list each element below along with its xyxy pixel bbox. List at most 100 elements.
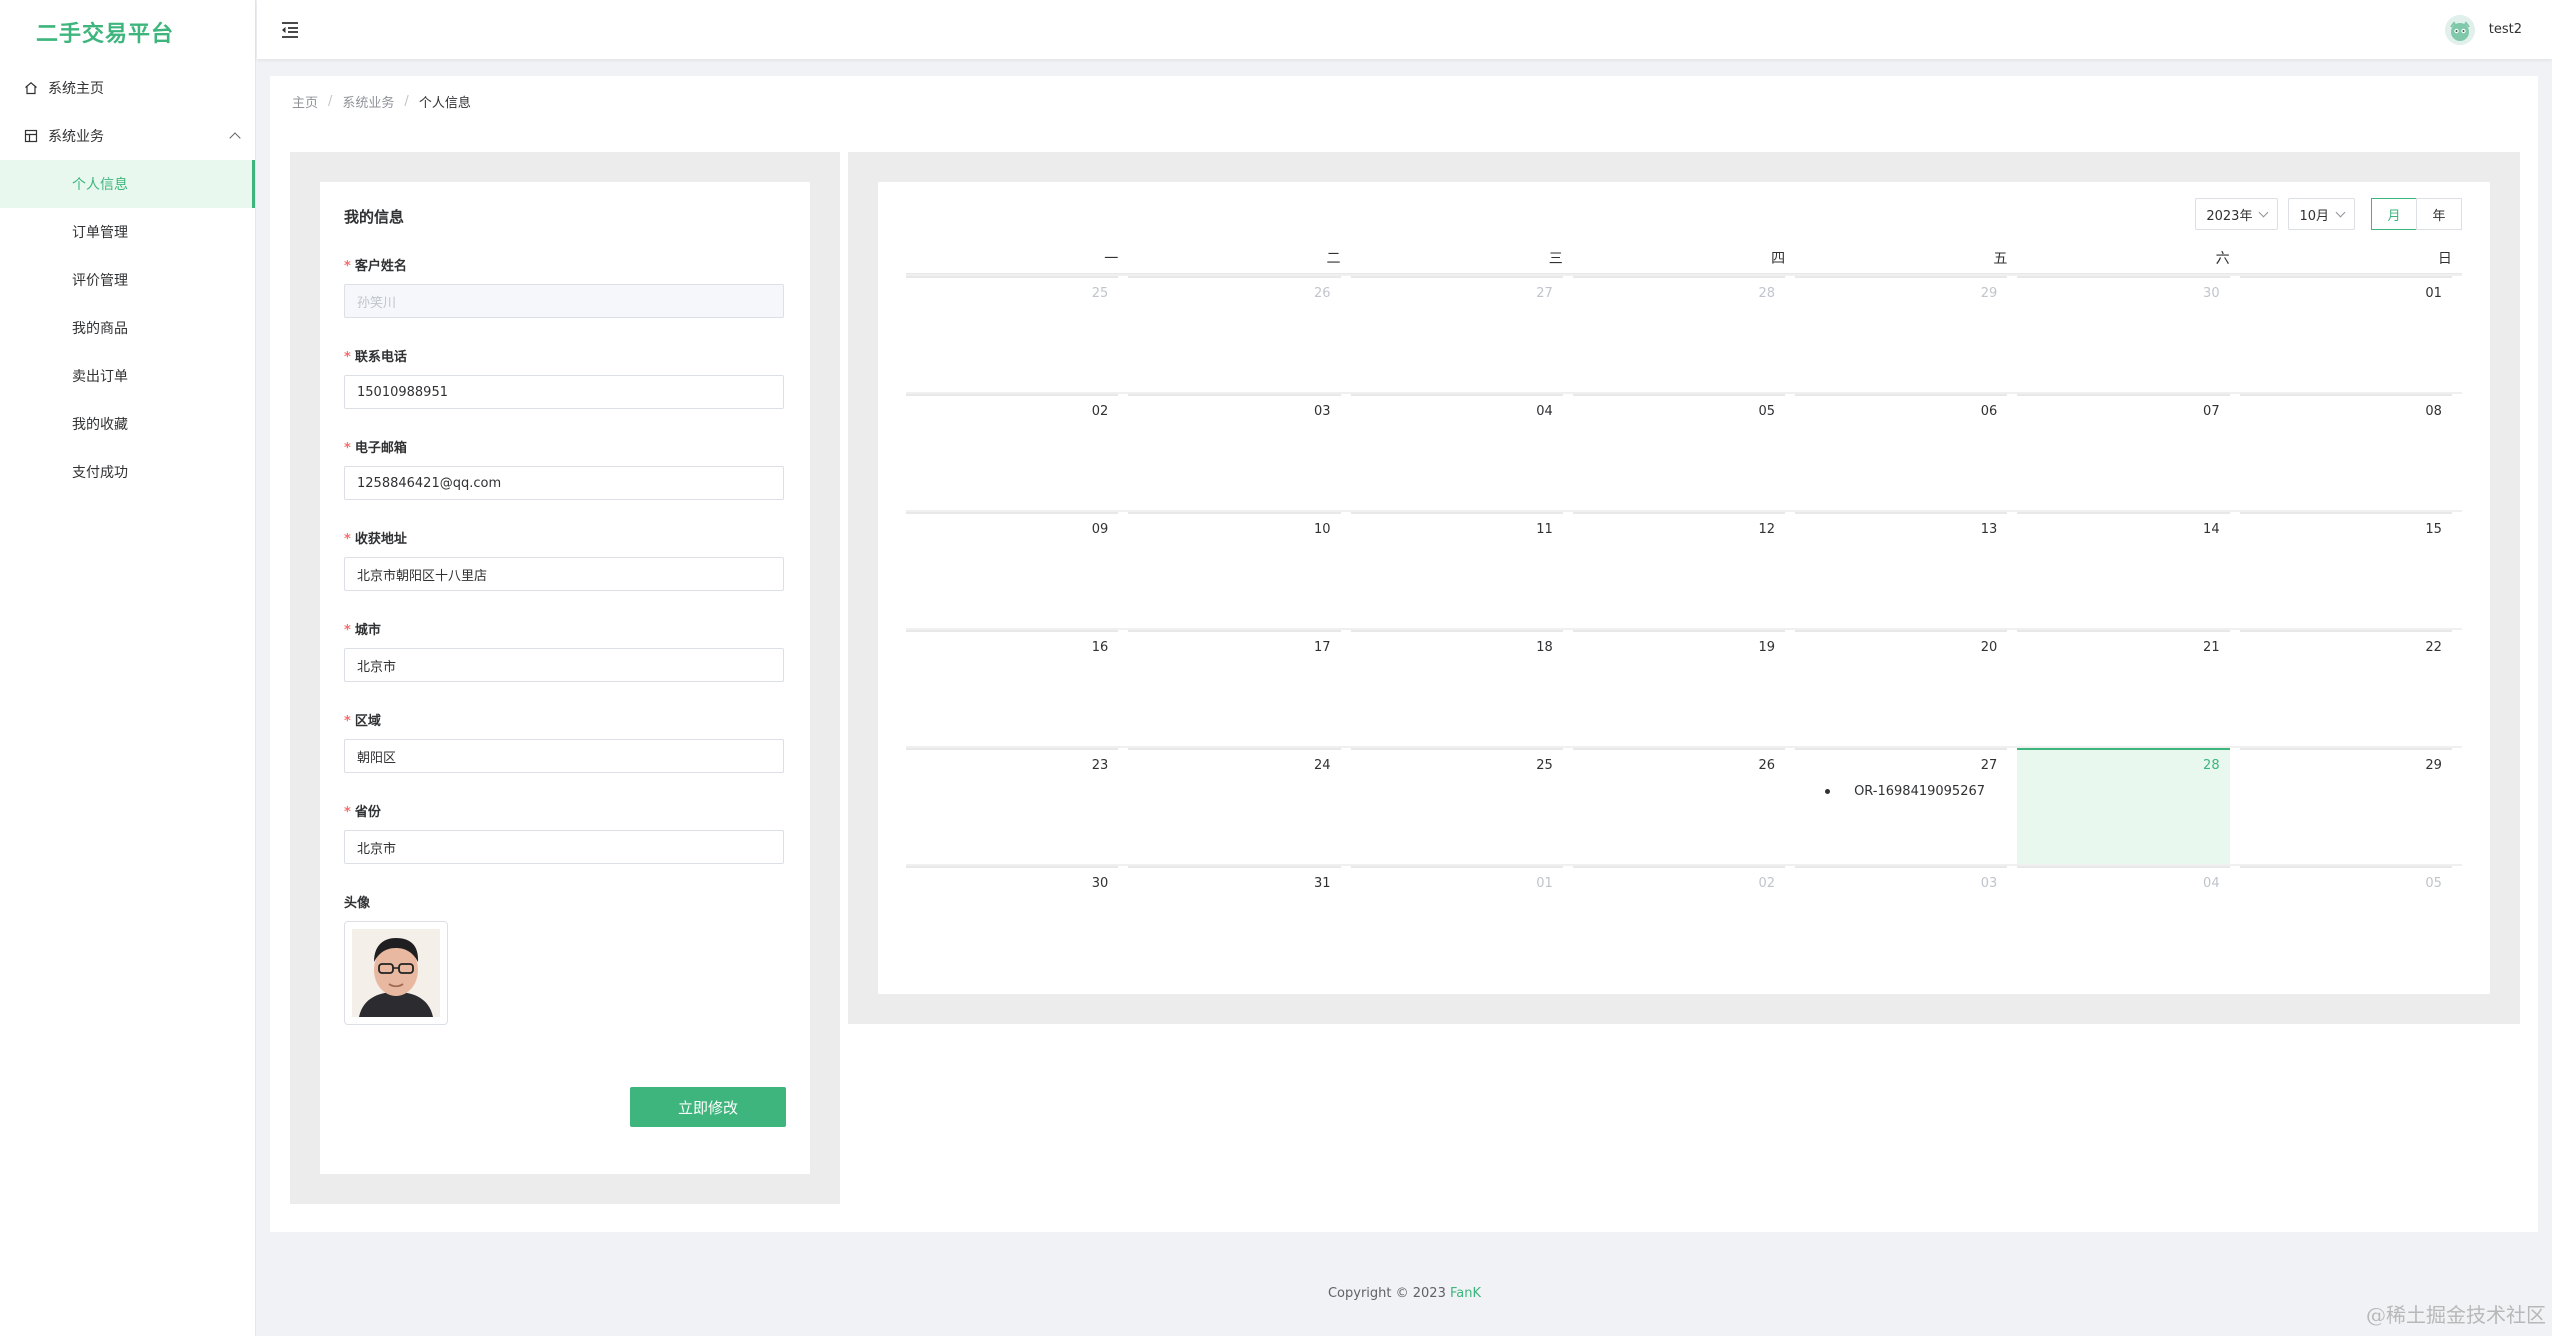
year-select[interactable]: 2023年 xyxy=(2195,198,2279,230)
calendar-day-cell[interactable]: 22 xyxy=(2239,628,2462,746)
calendar-day-number: 08 xyxy=(2425,404,2442,419)
calendar-day-number: 03 xyxy=(1313,404,1331,419)
calendar-day-cell[interactable]: 01 xyxy=(1350,864,1573,924)
calendar-day-cell[interactable]: 03 xyxy=(1128,392,1351,510)
email-input[interactable] xyxy=(344,466,784,500)
field-label: * 区域 xyxy=(344,714,381,729)
province-input[interactable] xyxy=(344,830,784,864)
calendar-day-number: 27 xyxy=(1536,286,1553,301)
sidebar-item-home[interactable]: 系统主页 xyxy=(0,64,255,112)
calendar-day-inner: 02 xyxy=(906,394,1119,510)
calendar-day-cell[interactable]: 26 xyxy=(1572,746,1796,864)
field-label: * 电子邮箱 xyxy=(344,441,407,456)
calendar-day-cell[interactable]: 07 xyxy=(2017,392,2240,510)
calendar-panel: 2023年 10月 月 年 一二三四五六日 25 26 27 28 29 30 01 02 03… xyxy=(848,152,2520,1024)
calendar-day-cell[interactable]: 26 xyxy=(1128,274,1351,392)
month-select[interactable]: 10月 xyxy=(2288,198,2355,230)
calendar-day-today[interactable]: 28 xyxy=(2017,746,2240,864)
calendar-day-cell[interactable]: 28 xyxy=(1572,274,1796,392)
calendar-day-cell[interactable]: 04 xyxy=(1350,392,1573,510)
calendar-day-cell[interactable]: 23 xyxy=(906,746,1129,864)
calendar-day-inner: 26 xyxy=(1572,748,1786,864)
calendar-mode-group: 月 年 xyxy=(2371,198,2462,230)
calendar-day-cell[interactable]: 17 xyxy=(1128,628,1351,746)
phone-input[interactable] xyxy=(344,375,784,409)
calendar-day-cell[interactable]: 04 xyxy=(2017,864,2240,924)
sidebar-subitem-favorites[interactable]: 我的收藏 xyxy=(0,400,255,448)
calendar-day-cell[interactable]: 25 xyxy=(1350,746,1573,864)
calendar-day-cell[interactable]: 05 xyxy=(1572,392,1796,510)
calendar-day-cell[interactable]: 30 xyxy=(906,864,1129,924)
calendar-day-cell[interactable]: 03 xyxy=(1795,864,2018,924)
sidebar-subitem-my-goods[interactable]: 我的商品 xyxy=(0,304,255,352)
calendar-day-inner: 09 xyxy=(906,512,1119,628)
calendar-day-number: 14 xyxy=(2203,522,2220,537)
calendar-day-inner: 28 xyxy=(2017,748,2230,864)
required-mark: * xyxy=(344,441,351,456)
district-input[interactable] xyxy=(344,739,784,773)
sidebar-item-business[interactable]: 系统业务 xyxy=(0,112,255,160)
submit-button[interactable]: 立即修改 xyxy=(630,1087,786,1127)
calendar-day-cell[interactable]: 08 xyxy=(2239,392,2462,510)
calendar-day-cell[interactable]: 30 xyxy=(2017,274,2240,392)
sidebar-subitem-orders[interactable]: 订单管理 xyxy=(0,208,255,256)
calendar-event[interactable]: OR-1698419095267 xyxy=(1825,784,1985,799)
calendar-day-cell[interactable]: 27 OR-1698419095267 xyxy=(1795,746,2018,864)
sidebar-subitem-profile[interactable]: 个人信息 xyxy=(0,160,255,208)
calendar-day-cell[interactable]: 16 xyxy=(906,628,1129,746)
calendar-day-cell[interactable]: 13 xyxy=(1795,510,2018,628)
customer-name-input xyxy=(344,284,784,318)
calendar-week-row: 30 31 01 02 03 04 05 xyxy=(906,864,2462,924)
breadcrumb-business[interactable]: 系统业务 xyxy=(342,92,394,111)
city-input[interactable] xyxy=(344,648,784,682)
calendar-day-cell[interactable]: 06 xyxy=(1795,392,2018,510)
calendar-day-cell[interactable]: 27 xyxy=(1350,274,1573,392)
user-menu[interactable]: test2 xyxy=(2444,14,2522,45)
sidebar-subitem-payment-success[interactable]: 支付成功 xyxy=(0,448,255,496)
calendar-day-inner: 01 xyxy=(1350,866,1563,924)
calendar-day-cell[interactable]: 09 xyxy=(906,510,1129,628)
breadcrumb: 主页 / 系统业务 / 个人信息 xyxy=(292,92,471,111)
year-select-value: 2023年 xyxy=(2206,208,2253,224)
calendar-day-cell[interactable]: 24 xyxy=(1128,746,1351,864)
footer-brand-link[interactable]: FanK xyxy=(1450,1286,1481,1301)
weekday-label: 一 xyxy=(906,244,1129,274)
user-avatar[interactable] xyxy=(2444,14,2475,45)
calendar-day-cell[interactable]: 18 xyxy=(1350,628,1573,746)
menu-fold-button[interactable] xyxy=(279,19,301,41)
calendar-day-cell[interactable]: 15 xyxy=(2239,510,2462,628)
field-label: * 客户姓名 xyxy=(344,259,407,274)
calendar-day-cell[interactable]: 02 xyxy=(1572,864,1796,924)
calendar-day-cell[interactable]: 05 xyxy=(2239,864,2462,924)
avatar-uploader[interactable] xyxy=(344,921,448,1025)
calendar-day-cell[interactable]: 20 xyxy=(1795,628,2018,746)
calendar-day-number: 30 xyxy=(2203,286,2220,301)
calendar-day-cell[interactable]: 14 xyxy=(2017,510,2240,628)
calendar-day-inner: 26 xyxy=(1128,276,1341,392)
calendar-day-cell[interactable]: 01 xyxy=(2239,274,2462,392)
username[interactable]: test2 xyxy=(2489,22,2522,37)
calendar-day-inner: 22 xyxy=(2239,630,2452,746)
sidebar-subitem-reviews[interactable]: 评价管理 xyxy=(0,256,255,304)
calendar-day-cell[interactable]: 02 xyxy=(906,392,1129,510)
calendar-day-cell[interactable]: 19 xyxy=(1572,628,1796,746)
calendar-day-cell[interactable]: 11 xyxy=(1350,510,1573,628)
calendar-day-cell[interactable]: 21 xyxy=(2017,628,2240,746)
mode-year-button[interactable]: 年 xyxy=(2416,198,2462,230)
calendar-day-inner: 18 xyxy=(1350,630,1563,746)
breadcrumb-home[interactable]: 主页 xyxy=(292,92,318,111)
calendar-day-number: 28 xyxy=(2203,758,2220,773)
calendar-day-cell[interactable]: 10 xyxy=(1128,510,1351,628)
required-mark: * xyxy=(344,532,351,547)
calendar-day-cell[interactable]: 29 xyxy=(2239,746,2462,864)
calendar-day-cell[interactable]: 29 xyxy=(1795,274,2018,392)
mode-month-button[interactable]: 月 xyxy=(2371,198,2417,230)
calendar-day-cell[interactable]: 31 xyxy=(1128,864,1351,924)
address-input[interactable] xyxy=(344,557,784,591)
month-select-value: 10月 xyxy=(2299,208,2329,224)
calendar-day-cell[interactable]: 12 xyxy=(1572,510,1796,628)
chevron-up-icon xyxy=(229,132,241,144)
sidebar-subitem-sold-orders[interactable]: 卖出订单 xyxy=(0,352,255,400)
menu-fold-icon xyxy=(282,21,298,38)
calendar-day-cell[interactable]: 25 xyxy=(906,274,1129,392)
